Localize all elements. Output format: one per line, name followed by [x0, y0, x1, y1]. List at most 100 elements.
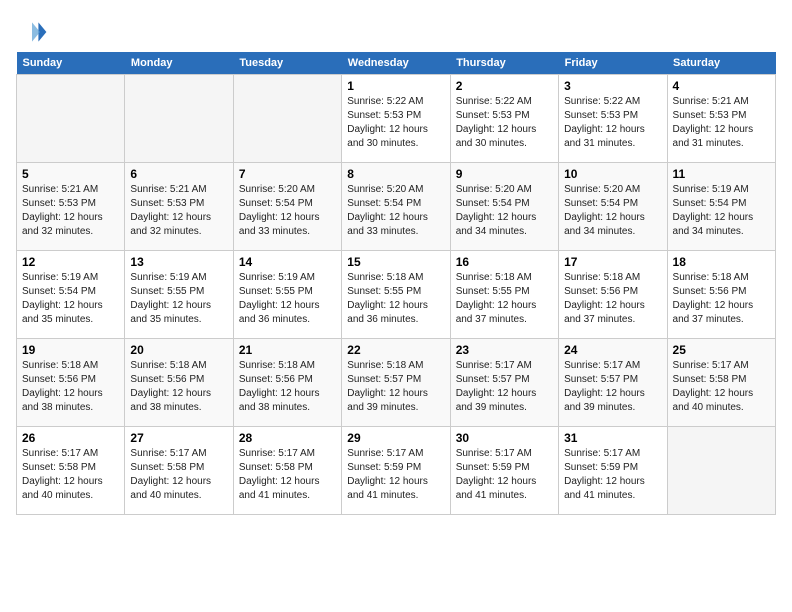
- calendar-cell: 17Sunrise: 5:18 AM Sunset: 5:56 PM Dayli…: [559, 251, 667, 339]
- cell-sun-info: Sunrise: 5:17 AM Sunset: 5:57 PM Dayligh…: [564, 359, 661, 415]
- cell-sun-info: Sunrise: 5:21 AM Sunset: 5:53 PM Dayligh…: [130, 183, 227, 239]
- calendar-cell: 24 Sunrise: 5:17 AM Sunset: 5:57 PM Dayli…: [559, 339, 667, 427]
- logo: [16, 16, 52, 48]
- calendar-cell: 11Sunrise: 5:19 AM Sunset: 5:54 PM Dayli…: [667, 163, 775, 251]
- calendar-cell: 19 Sunrise: 5:18 AM Sunset: 5:56 PM Dayli…: [17, 339, 125, 427]
- cell-sun-info: Sunrise: 5:19 AM Sunset: 5:54 PM Dayligh…: [22, 271, 119, 327]
- calendar-cell: 10 Sunrise: 5:20 AM Sunset: 5:54 PM Dayli…: [559, 163, 667, 251]
- calendar-day-header: Wednesday: [342, 52, 450, 75]
- day-number: 27: [130, 431, 227, 445]
- calendar-cell: 27 Sunrise: 5:17 AM Sunset: 5:58 PM Dayli…: [125, 427, 233, 515]
- calendar-cell: 23Sunrise: 5:17 AM Sunset: 5:57 PM Dayli…: [450, 339, 558, 427]
- day-number: 8: [347, 167, 444, 181]
- cell-sun-info: Sunrise: 5:22 AM Sunset: 5:53 PM Dayligh…: [456, 95, 553, 151]
- day-number: 19: [22, 343, 119, 357]
- day-number: 25: [673, 343, 770, 357]
- day-number: 3: [564, 79, 661, 93]
- cell-sun-info: Sunrise: 5:19 AM Sunset: 5:55 PM Dayligh…: [239, 271, 336, 327]
- day-number: 5: [22, 167, 119, 181]
- calendar-header-row: SundayMondayTuesdayWednesdayThursdayFrid…: [17, 52, 776, 75]
- cell-sun-info: Sunrise: 5:18 AM Sunset: 5:56 PM Dayligh…: [130, 359, 227, 415]
- day-number: 10: [564, 167, 661, 181]
- day-number: 6: [130, 167, 227, 181]
- cell-sun-info: Sunrise: 5:22 AM Sunset: 5:53 PM Dayligh…: [564, 95, 661, 151]
- calendar-cell: 15 Sunrise: 5:18 AM Sunset: 5:55 PM Dayli…: [342, 251, 450, 339]
- day-number: 14: [239, 255, 336, 269]
- calendar-cell: 31Sunrise: 5:17 AM Sunset: 5:59 PM Dayli…: [559, 427, 667, 515]
- cell-sun-info: Sunrise: 5:17 AM Sunset: 5:58 PM Dayligh…: [673, 359, 770, 415]
- cell-sun-info: Sunrise: 5:17 AM Sunset: 5:58 PM Dayligh…: [239, 447, 336, 503]
- day-number: 15: [347, 255, 444, 269]
- calendar-day-header: Friday: [559, 52, 667, 75]
- calendar-cell: 6 Sunrise: 5:21 AM Sunset: 5:53 PM Daylig…: [125, 163, 233, 251]
- day-number: 7: [239, 167, 336, 181]
- calendar-cell: 8 Sunrise: 5:20 AM Sunset: 5:54 PM Daylig…: [342, 163, 450, 251]
- calendar-cell: 1Sunrise: 5:22 AM Sunset: 5:53 PM Daylig…: [342, 75, 450, 163]
- calendar-cell: 9 Sunrise: 5:20 AM Sunset: 5:54 PM Daylig…: [450, 163, 558, 251]
- calendar-cell: 18 Sunrise: 5:18 AM Sunset: 5:56 PM Dayli…: [667, 251, 775, 339]
- day-number: 24: [564, 343, 661, 357]
- calendar-week-row: 19 Sunrise: 5:18 AM Sunset: 5:56 PM Dayli…: [17, 339, 776, 427]
- page-header: [16, 16, 776, 48]
- calendar-body: 1 Sunrise: 5:22 AM Sunset: 5:53 PM Daylig…: [17, 75, 776, 515]
- day-number: 12: [22, 255, 119, 269]
- calendar-cell: 22 Sunrise: 5:18 AM Sunset: 5:57 PM Dayli…: [342, 339, 450, 427]
- calendar-day-header: Tuesday: [233, 52, 341, 75]
- calendar-cell: 7 Sunrise: 5:20 AM Sunset: 5:54 PM Daylig…: [233, 163, 341, 251]
- calendar-cell: 3 Sunrise: 5:22 AM Sunset: 5:53 PM Daylig…: [559, 75, 667, 163]
- calendar-cell: 16 Sunrise: 5:18 AM Sunset: 5:55 PM Dayli…: [450, 251, 558, 339]
- cell-sun-info: Sunrise: 5:18 AM Sunset: 5:57 PM Dayligh…: [347, 359, 444, 415]
- day-number: 11: [673, 167, 770, 181]
- cell-sun-info: Sunrise: 5:17 AM Sunset: 5:59 PM Dayligh…: [456, 447, 553, 503]
- day-number: 28: [239, 431, 336, 445]
- cell-sun-info: Sunrise: 5:17 AM Sunset: 5:58 PM Dayligh…: [130, 447, 227, 503]
- day-number: 18: [673, 255, 770, 269]
- cell-sun-info: Sunrise: 5:21 AM Sunset: 5:53 PM Dayligh…: [22, 183, 119, 239]
- calendar-cell: 13Sunrise: 5:19 AM Sunset: 5:55 PM Dayli…: [125, 251, 233, 339]
- calendar-week-row: 5 Sunrise: 5:21 AM Sunset: 5:53 PM Daylig…: [17, 163, 776, 251]
- day-number: 16: [456, 255, 553, 269]
- calendar-week-row: 1 Sunrise: 5:22 AM Sunset: 5:53 PM Daylig…: [17, 75, 776, 163]
- calendar-cell: 28 Sunrise: 5:17 AM Sunset: 5:58 PM Dayli…: [233, 427, 341, 515]
- cell-sun-info: Sunrise: 5:17 AM Sunset: 5:59 PM Dayligh…: [347, 447, 444, 503]
- day-number: 4: [673, 79, 770, 93]
- cell-sun-info: Sunrise: 5:17 AM Sunset: 5:59 PM Dayligh…: [564, 447, 661, 503]
- calendar-day-header: Saturday: [667, 52, 775, 75]
- cell-sun-info: Sunrise: 5:18 AM Sunset: 5:56 PM Dayligh…: [239, 359, 336, 415]
- calendar-cell: 14 Sunrise: 5:19 AM Sunset: 5:55 PM Dayli…: [233, 251, 341, 339]
- calendar-cell: [125, 75, 233, 163]
- calendar-day-header: Thursday: [450, 52, 558, 75]
- day-number: 21: [239, 343, 336, 357]
- calendar-week-row: 12 Sunrise: 5:19 AM Sunset: 5:54 PM Dayli…: [17, 251, 776, 339]
- cell-sun-info: Sunrise: 5:18 AM Sunset: 5:56 PM Dayligh…: [564, 271, 661, 327]
- cell-sun-info: Sunrise: 5:20 AM Sunset: 5:54 PM Dayligh…: [456, 183, 553, 239]
- calendar-cell: [667, 427, 775, 515]
- calendar-cell: 25 Sunrise: 5:17 AM Sunset: 5:58 PM Dayli…: [667, 339, 775, 427]
- calendar-cell: 4 Sunrise: 5:21 AM Sunset: 5:53 PM Daylig…: [667, 75, 775, 163]
- calendar-table: SundayMondayTuesdayWednesdayThursdayFrid…: [16, 52, 776, 515]
- day-number: 9: [456, 167, 553, 181]
- calendar-cell: 5 Sunrise: 5:21 AM Sunset: 5:53 PM Daylig…: [17, 163, 125, 251]
- cell-sun-info: Sunrise: 5:18 AM Sunset: 5:55 PM Dayligh…: [456, 271, 553, 327]
- logo-icon: [16, 16, 48, 48]
- cell-sun-info: Sunrise: 5:21 AM Sunset: 5:53 PM Dayligh…: [673, 95, 770, 151]
- calendar-cell: 20 Sunrise: 5:18 AM Sunset: 5:56 PM Dayli…: [125, 339, 233, 427]
- cell-sun-info: Sunrise: 5:20 AM Sunset: 5:54 PM Dayligh…: [239, 183, 336, 239]
- calendar-cell: 30 Sunrise: 5:17 AM Sunset: 5:59 PM Dayli…: [450, 427, 558, 515]
- calendar-cell: 26Sunrise: 5:17 AM Sunset: 5:58 PM Dayli…: [17, 427, 125, 515]
- cell-sun-info: Sunrise: 5:20 AM Sunset: 5:54 PM Dayligh…: [347, 183, 444, 239]
- calendar-day-header: Monday: [125, 52, 233, 75]
- calendar-cell: 21 Sunrise: 5:18 AM Sunset: 5:56 PM Dayli…: [233, 339, 341, 427]
- day-number: 20: [130, 343, 227, 357]
- calendar-cell: [17, 75, 125, 163]
- cell-sun-info: Sunrise: 5:18 AM Sunset: 5:55 PM Dayligh…: [347, 271, 444, 327]
- cell-sun-info: Sunrise: 5:18 AM Sunset: 5:56 PM Dayligh…: [673, 271, 770, 327]
- calendar-cell: 29Sunrise: 5:17 AM Sunset: 5:59 PM Dayli…: [342, 427, 450, 515]
- day-number: 30: [456, 431, 553, 445]
- cell-sun-info: Sunrise: 5:18 AM Sunset: 5:56 PM Dayligh…: [22, 359, 119, 415]
- cell-sun-info: Sunrise: 5:17 AM Sunset: 5:57 PM Dayligh…: [456, 359, 553, 415]
- day-number: 22: [347, 343, 444, 357]
- day-number: 1: [347, 79, 444, 93]
- cell-sun-info: Sunrise: 5:20 AM Sunset: 5:54 PM Dayligh…: [564, 183, 661, 239]
- cell-sun-info: Sunrise: 5:19 AM Sunset: 5:55 PM Dayligh…: [130, 271, 227, 327]
